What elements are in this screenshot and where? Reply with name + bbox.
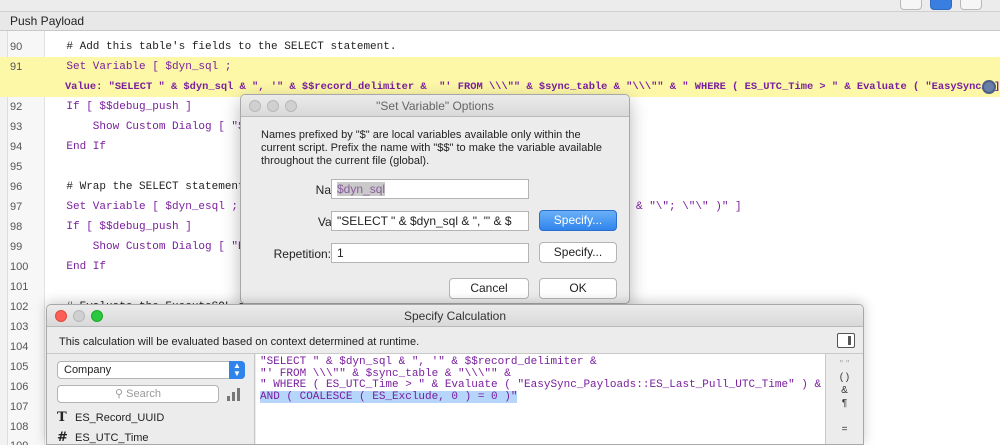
field-name: ES_UTC_Time xyxy=(75,432,149,444)
calc-line-1: "SELECT " & $dyn_sql & ", '" & $$record_… xyxy=(260,356,597,368)
dialog-title: "Set Variable" Options xyxy=(376,99,494,113)
op-parens[interactable]: ( ) xyxy=(826,371,863,384)
calc-dialog-title: Specify Calculation xyxy=(403,309,507,323)
name-field-value: $dyn_sql xyxy=(337,182,386,196)
calc-line-3: " WHERE ( ES_UTC_Time > " & Evaluate ( "… xyxy=(260,379,848,391)
script-line-91[interactable]: 91 Set Variable [ $dyn_sql ; xyxy=(0,57,1000,77)
op-quotes[interactable]: " " xyxy=(826,358,863,371)
specify-repetition-button[interactable]: Specify... xyxy=(539,242,617,263)
op-ampersand[interactable]: & xyxy=(826,384,863,397)
number-type-icon: # xyxy=(57,430,68,445)
sort-bars-icon[interactable] xyxy=(227,387,243,401)
search-icon: ⚲ xyxy=(115,388,127,400)
dialog-description: Names prefixed by "$" are local variable… xyxy=(261,129,603,167)
field-item[interactable]: # ES_UTC_Time xyxy=(57,428,149,445)
search-placeholder: Search xyxy=(126,388,161,400)
field-name: ES_Record_UUID xyxy=(75,412,165,424)
set-variable-dialog: "Set Variable" Options Names prefixed by… xyxy=(240,94,630,304)
name-field[interactable]: $dyn_sql xyxy=(331,179,529,199)
gear-icon[interactable] xyxy=(982,80,996,94)
value-field[interactable]: "SELECT " & $dyn_sql & ", '" & $ xyxy=(331,211,529,231)
field-item[interactable]: T ES_Record_UUID xyxy=(57,408,164,428)
repetition-label: Repetition: xyxy=(273,247,331,261)
specify-calculation-titlebar[interactable]: Specify Calculation xyxy=(47,305,863,327)
table-context-value: Company xyxy=(64,364,112,376)
op-spacer xyxy=(826,410,863,423)
field-search-input[interactable]: ⚲ Search xyxy=(57,385,219,403)
calc-context-hint: This calculation will be evaluated based… xyxy=(59,336,420,348)
calc-line-4-selected: AND ( COALESCE ( ES_Exclude, 0 ) = 0 )" xyxy=(260,390,518,403)
specify-value-button[interactable]: Specify... xyxy=(539,210,617,231)
ok-button[interactable]: OK xyxy=(539,278,617,299)
op-pilcrow[interactable]: ¶ xyxy=(826,397,863,410)
table-context-popup[interactable]: Company ▲ ▼ xyxy=(57,361,245,379)
line-97-tail: & "\"; \"\" )" ] xyxy=(636,201,742,213)
repetition-field[interactable]: 1 xyxy=(331,243,529,263)
text-type-icon: T xyxy=(57,410,67,425)
specify-calculation-dialog: Specify Calculation This calculation wil… xyxy=(46,304,864,445)
calculation-editor[interactable]: "SELECT " & $dyn_sql & ", '" & $$record_… xyxy=(256,354,848,444)
chevron-updown-icon: ▲ ▼ xyxy=(229,361,245,379)
op-equals[interactable]: = xyxy=(826,423,863,436)
toggle-panel-icon[interactable] xyxy=(837,333,855,348)
operators-pane: " " ( ) & ¶ = xyxy=(825,354,863,444)
field-list-pane: Company ▲ ▼ ⚲ Search T ES_Record_UUID # ES_… xyxy=(47,354,255,445)
script-line-90[interactable]: 90 # Add this table's fields to the SELE… xyxy=(0,37,1000,57)
cancel-button[interactable]: Cancel xyxy=(449,278,529,299)
set-variable-titlebar[interactable]: "Set Variable" Options xyxy=(241,95,629,117)
